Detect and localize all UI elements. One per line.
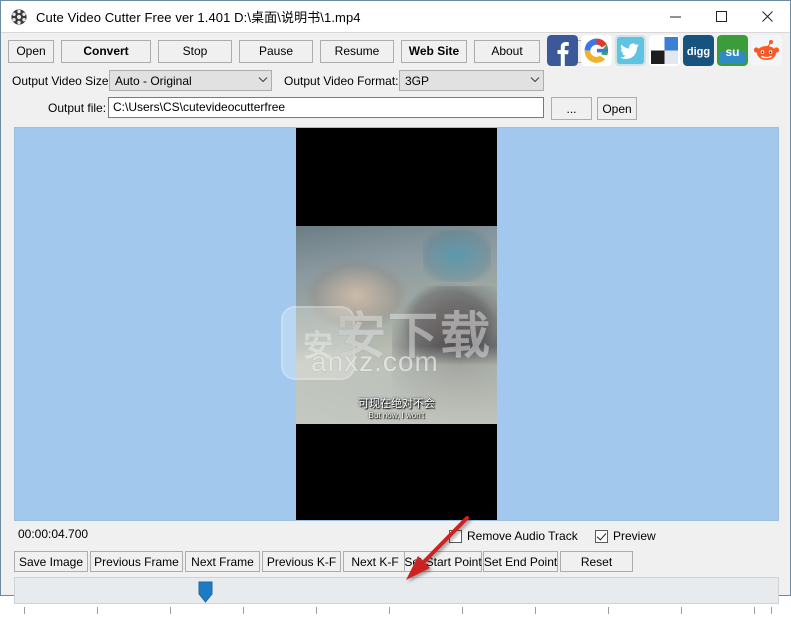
digg-icon[interactable]: digg xyxy=(683,35,714,66)
tick-mark xyxy=(754,607,755,614)
output-video-format-select[interactable]: 3GP xyxy=(399,70,544,91)
reset-button[interactable]: Reset xyxy=(560,551,633,572)
tick-mark xyxy=(316,607,317,614)
resume-button[interactable]: Resume xyxy=(320,39,394,63)
output-settings-row: Output Video Size: Auto - Original Outpu… xyxy=(1,70,790,95)
checkbox-box xyxy=(449,529,462,543)
main-toolbar: Open Convert Stop Pause Resume Web Site … xyxy=(1,33,790,69)
tick-mark xyxy=(97,607,98,614)
timeline-thumb[interactable] xyxy=(198,581,213,603)
delicious-icon[interactable] xyxy=(649,35,680,66)
website-button[interactable]: Web Site xyxy=(401,39,467,63)
video-still-image: 可现在绝对不会 But now, I won't xyxy=(296,226,497,426)
reddit-icon[interactable] xyxy=(751,35,782,66)
tick-mark xyxy=(462,607,463,614)
convert-button[interactable]: Convert xyxy=(61,39,151,63)
subtitle-chinese: 可现在绝对不会 xyxy=(358,398,435,411)
output-video-format-value: 3GP xyxy=(405,73,430,88)
facebook-icon[interactable] xyxy=(547,35,578,66)
tick-mark xyxy=(771,607,772,614)
tick-mark xyxy=(170,607,171,614)
tick-mark xyxy=(24,607,25,614)
output-video-format-label: Output Video Format: xyxy=(284,74,399,88)
twitter-icon[interactable] xyxy=(615,35,646,66)
chevron-down-icon xyxy=(526,71,543,90)
remove-audio-track-checkbox[interactable]: Remove Audio Track xyxy=(449,529,578,543)
video-frame: 可现在绝对不会 But now, I won't xyxy=(296,128,497,520)
stop-button[interactable]: Stop xyxy=(158,39,232,63)
video-preview-panel[interactable]: 可现在绝对不会 But now, I won't 安 安下载 anxz.com xyxy=(14,127,779,521)
preview-label: Preview xyxy=(613,529,656,543)
timeline-ticks xyxy=(14,607,779,619)
frame-controls-row: Save Image Previous Frame Next Frame Pre… xyxy=(1,551,790,573)
timeline-slider[interactable] xyxy=(14,577,779,621)
window-title: Cute Video Cutter Free ver 1.401 D:\桌面\说… xyxy=(36,10,361,25)
previous-frame-button[interactable]: Previous Frame xyxy=(90,551,183,572)
output-file-label: Output file: xyxy=(48,101,107,115)
letterbox-top xyxy=(296,128,497,226)
about-button[interactable]: About xyxy=(474,39,540,63)
window-controls xyxy=(652,1,790,32)
tick-mark xyxy=(243,607,244,614)
previous-keyframe-button[interactable]: Previous K-F xyxy=(262,551,341,572)
timeline-track[interactable] xyxy=(14,577,779,604)
title-bar: Cute Video Cutter Free ver 1.401 D:\桌面\说… xyxy=(1,1,790,32)
stumbleupon-icon[interactable]: su xyxy=(717,35,748,66)
svg-text:su: su xyxy=(725,45,739,59)
subtitle-english: But now, I won't xyxy=(368,410,425,420)
current-timecode: 00:00:04.700 xyxy=(18,527,89,541)
set-end-point-button[interactable]: Set End Point xyxy=(483,551,558,572)
save-image-button[interactable]: Save Image xyxy=(14,551,88,572)
next-keyframe-button[interactable]: Next K-F xyxy=(343,551,407,572)
open-output-folder-button[interactable]: Open xyxy=(597,97,637,120)
browse-button[interactable]: ... xyxy=(551,97,592,120)
social-links: digg su xyxy=(547,35,782,66)
output-file-row: Output file: C:\Users\CS\cutevideocutter… xyxy=(1,97,790,123)
letterbox-bottom xyxy=(296,424,497,520)
output-video-size-value: Auto - Original xyxy=(115,73,192,88)
tick-mark xyxy=(535,607,536,614)
next-frame-button[interactable]: Next Frame xyxy=(185,551,260,572)
remove-audio-track-label: Remove Audio Track xyxy=(467,529,578,543)
client-area: Open Convert Stop Pause Resume Web Site … xyxy=(1,32,790,614)
pause-button[interactable]: Pause xyxy=(239,39,313,63)
tick-mark xyxy=(389,607,390,614)
video-subtitle: 可现在绝对不会 But now, I won't xyxy=(296,398,497,420)
open-button[interactable]: Open xyxy=(8,39,54,63)
checkbox-box xyxy=(595,529,608,543)
tick-mark xyxy=(681,607,682,614)
video-highlight-teal xyxy=(423,230,491,282)
app-window: Cute Video Cutter Free ver 1.401 D:\桌面\说… xyxy=(0,0,791,614)
minimize-button[interactable] xyxy=(652,1,698,32)
tick-mark xyxy=(608,607,609,614)
output-video-size-select[interactable]: Auto - Original xyxy=(109,70,272,91)
chevron-down-icon xyxy=(254,71,271,90)
output-video-size-label: Output Video Size: xyxy=(12,74,112,88)
google-plus-icon[interactable] xyxy=(581,35,612,66)
svg-text:digg: digg xyxy=(687,46,710,58)
preview-checkbox[interactable]: Preview xyxy=(595,529,656,543)
set-start-point-button[interactable]: Set Start Point xyxy=(404,551,482,572)
film-reel-icon xyxy=(10,8,28,26)
close-button[interactable] xyxy=(744,1,790,32)
output-file-input[interactable]: C:\Users\CS\cutevideocutterfree xyxy=(108,97,544,118)
maximize-button[interactable] xyxy=(698,1,744,32)
